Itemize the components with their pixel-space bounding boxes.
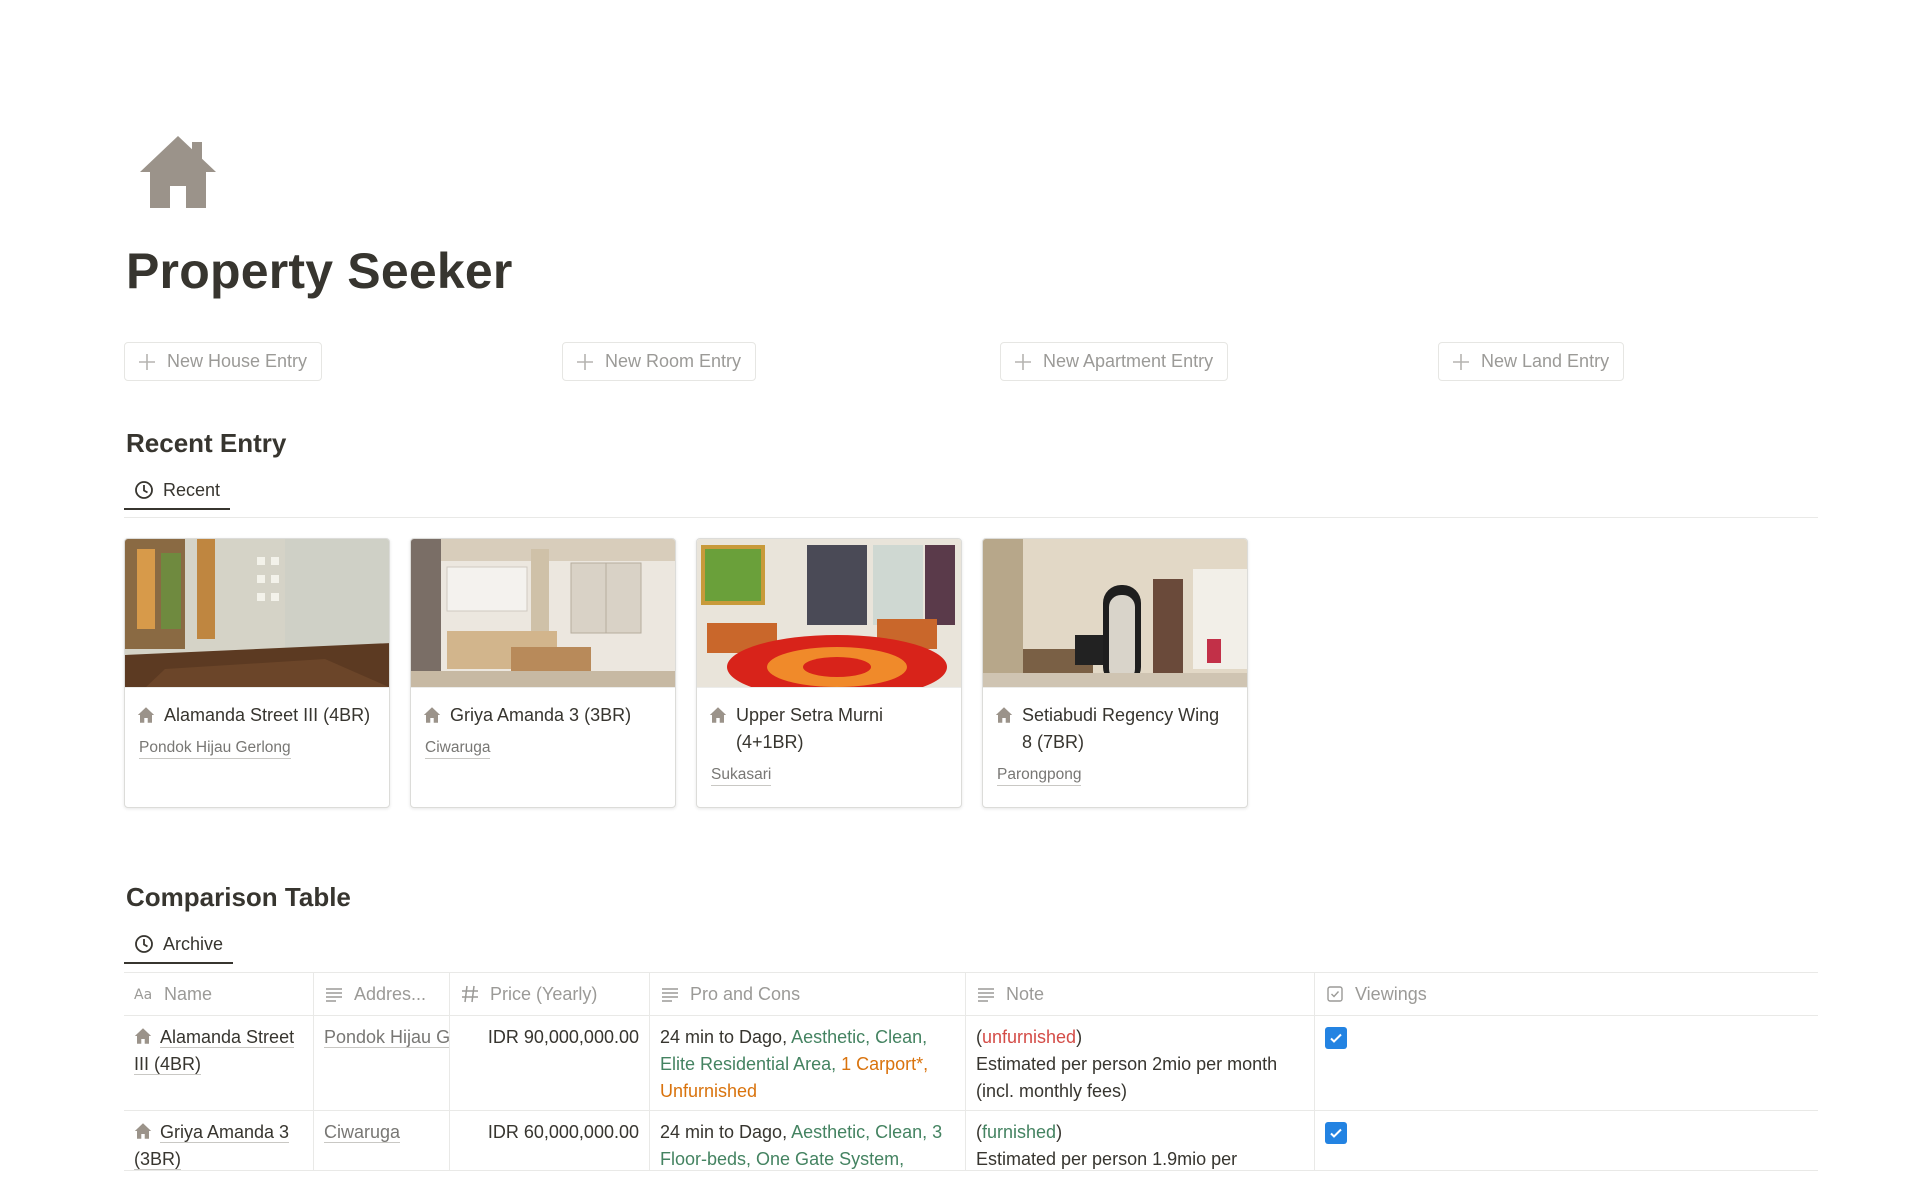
card-title: Upper Setra Murni (4+1BR)	[736, 705, 884, 752]
property-photo	[411, 539, 675, 688]
gallery-card[interactable]: Upper Setra Murni (4+1BR) Sukasari	[696, 538, 962, 808]
plus-icon	[139, 353, 155, 370]
button-label: New House Entry	[167, 351, 308, 371]
number-icon	[462, 985, 478, 1003]
gallery-card[interactable]: Setiabudi Regency Wing 8 (7BR) Parongpon…	[982, 538, 1248, 808]
table-row[interactable]: Griya Amanda 3 (3BR) Ciwaruga IDR 60,000…	[124, 1111, 1818, 1171]
cell-name[interactable]: Griya Amanda 3 (3BR)	[124, 1111, 314, 1170]
lines-icon	[978, 988, 994, 1002]
pro-plain: 24 min to Dago,	[660, 1027, 792, 1047]
column-header-note[interactable]: Note	[966, 973, 1315, 1015]
property-photo	[697, 539, 961, 688]
card-location[interactable]: Pondok Hijau Gerlong	[139, 738, 291, 759]
lines-icon	[326, 988, 342, 1002]
comparison-table: Aa Name Addres... Price (Yearly) Pro and…	[124, 972, 1818, 1171]
cell-pros-cons[interactable]: 24 min to Dago, Aesthetic, Clean, Elite …	[650, 1016, 966, 1110]
house-icon	[134, 1123, 152, 1139]
tab-label: Archive	[163, 933, 224, 954]
clock-icon	[135, 935, 153, 953]
house-icon[interactable]	[136, 130, 220, 214]
check-icon	[1330, 1033, 1342, 1043]
property-photo	[983, 539, 1247, 688]
card-title: Alamanda Street III (4BR)	[164, 705, 371, 725]
plus-icon	[577, 353, 593, 370]
card-location[interactable]: Ciwaruga	[425, 738, 491, 759]
tab-label: Recent	[163, 479, 221, 500]
gallery-card[interactable]: Griya Amanda 3 (3BR) Ciwaruga	[410, 538, 676, 808]
cell-note[interactable]: (furnished) Estimated per person 1.9mio …	[966, 1111, 1315, 1170]
svg-text:Aa: Aa	[134, 987, 152, 1003]
column-header-price[interactable]: Price (Yearly)	[450, 973, 650, 1015]
comparison-table-heading: Comparison Table	[126, 882, 351, 912]
viewings-checkbox[interactable]	[1325, 1122, 1347, 1144]
card-location[interactable]: Sukasari	[711, 765, 772, 786]
column-header-name[interactable]: Aa Name	[124, 973, 314, 1015]
note-status: unfurnished	[982, 1027, 1077, 1047]
column-header-viewings[interactable]: Viewings	[1315, 973, 1818, 1015]
check-icon	[1330, 1128, 1342, 1138]
pro-plain: 24 min to Dago,	[660, 1122, 792, 1142]
tab-recent[interactable]: Recent	[124, 472, 231, 510]
cell-address[interactable]: Ciwaruga	[314, 1111, 450, 1170]
cell-viewings[interactable]	[1315, 1016, 1818, 1110]
house-icon	[709, 707, 727, 723]
button-label: New Apartment Entry	[1043, 351, 1214, 371]
row-name[interactable]: Griya Amanda 3 (3BR)	[134, 1122, 290, 1170]
cell-pros-cons[interactable]: 24 min to Dago, Aesthetic, Clean, 3 Floo…	[650, 1111, 966, 1170]
house-icon	[134, 1028, 152, 1044]
gallery-card[interactable]: Alamanda Street III (4BR) Pondok Hijau G…	[124, 538, 390, 808]
new-apartment-entry-button[interactable]: New Apartment Entry	[1000, 342, 1229, 381]
property-photo	[125, 539, 389, 688]
cell-address[interactable]: Pondok Hijau Gerlong	[314, 1016, 450, 1110]
recent-entry-heading: Recent Entry	[126, 428, 287, 458]
page-title: Property Seeker	[126, 243, 513, 299]
card-title: Griya Amanda 3 (3BR)	[450, 705, 632, 725]
card-title: Setiabudi Regency Wing 8 (7BR)	[1022, 705, 1220, 752]
new-land-entry-button[interactable]: New Land Entry	[1438, 342, 1625, 381]
checkbox-icon	[1327, 986, 1343, 1002]
plus-icon	[1453, 353, 1469, 370]
cell-price[interactable]: IDR 60,000,000.00	[450, 1111, 650, 1170]
row-name[interactable]: Alamanda Street III (4BR)	[134, 1027, 295, 1075]
button-label: New Land Entry	[1481, 351, 1610, 371]
house-icon	[995, 707, 1013, 723]
plus-icon	[1015, 353, 1031, 370]
tab-archive[interactable]: Archive	[124, 926, 234, 964]
divider	[124, 517, 1818, 518]
lines-icon	[662, 988, 678, 1002]
new-room-entry-button[interactable]: New Room Entry	[562, 342, 757, 381]
new-house-entry-button[interactable]: New House Entry	[124, 342, 323, 381]
cell-price[interactable]: IDR 90,000,000.00	[450, 1016, 650, 1110]
column-header-pros-cons[interactable]: Pro and Cons	[650, 973, 966, 1015]
house-icon	[423, 707, 441, 723]
row-address[interactable]: Ciwaruga	[324, 1122, 401, 1143]
house-icon	[137, 707, 155, 723]
cell-note[interactable]: (unfurnished) Estimated per person 2mio …	[966, 1016, 1315, 1110]
clock-icon	[135, 481, 153, 499]
note-text: Estimated per person 2mio per month (inc…	[976, 1054, 1278, 1101]
note-status: furnished	[982, 1122, 1057, 1142]
table-header: Aa Name Addres... Price (Yearly) Pro and…	[124, 972, 1818, 1016]
table-row[interactable]: Alamanda Street III (4BR) Pondok Hijau G…	[124, 1016, 1818, 1111]
viewings-checkbox[interactable]	[1325, 1027, 1347, 1049]
card-location[interactable]: Parongpong	[997, 765, 1082, 786]
page: Property Seeker New House Entry New Room…	[0, 0, 1920, 1199]
button-label: New Room Entry	[605, 351, 742, 371]
cell-viewings[interactable]	[1315, 1111, 1818, 1170]
column-header-address[interactable]: Addres...	[314, 973, 450, 1015]
cell-name[interactable]: Alamanda Street III (4BR)	[124, 1016, 314, 1110]
note-text: Estimated per person 1.9mio per	[976, 1149, 1238, 1169]
row-address[interactable]: Pondok Hijau Gerlong	[324, 1027, 449, 1048]
text-type-icon: Aa	[134, 987, 152, 1003]
